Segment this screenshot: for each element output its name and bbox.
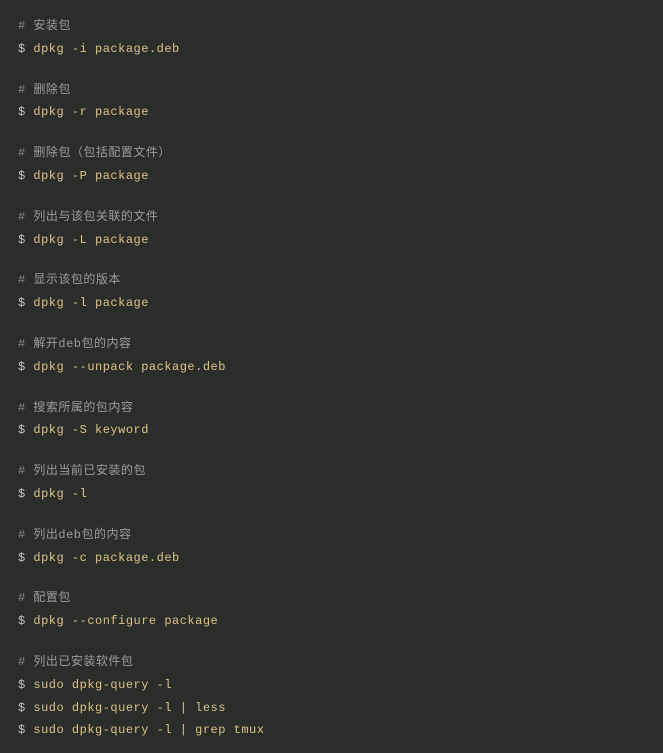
command-line: $ dpkg -c package.deb <box>18 550 645 567</box>
comment-hash: # <box>18 528 26 542</box>
code-block: # 列出deb包的内容$ dpkg -c package.deb <box>18 527 645 567</box>
comment-text: 删除包（包括配置文件） <box>26 146 171 160</box>
comment-line: # 列出与该包关联的文件 <box>18 209 645 226</box>
prompt-symbol: $ <box>18 423 26 437</box>
comment-text: 列出当前已安装的包 <box>26 464 146 478</box>
code-block: # 删除包$ dpkg -r package <box>18 82 645 122</box>
code-block: # 安装包$ dpkg -i package.deb <box>18 18 645 58</box>
prompt-symbol: $ <box>18 105 26 119</box>
prompt-symbol: $ <box>18 487 26 501</box>
comment-text: 解开deb包的内容 <box>26 337 132 351</box>
command-line: $ dpkg --unpack package.deb <box>18 359 645 376</box>
command-text: dpkg -L package <box>26 233 149 247</box>
prompt-symbol: $ <box>18 360 26 374</box>
prompt-symbol: $ <box>18 169 26 183</box>
comment-text: 列出已安装软件包 <box>26 655 134 669</box>
command-text: dpkg -P package <box>26 169 149 183</box>
comment-line: # 搜索所属的包内容 <box>18 400 645 417</box>
comment-hash: # <box>18 464 26 478</box>
comment-text: 显示该包的版本 <box>26 273 121 287</box>
prompt-symbol: $ <box>18 723 26 737</box>
comment-line: # 列出当前已安装的包 <box>18 463 645 480</box>
code-block: # 列出已安装软件包$ sudo dpkg-query -l$ sudo dpk… <box>18 654 645 739</box>
comment-hash: # <box>18 273 26 287</box>
code-container: # 安装包$ dpkg -i package.deb# 删除包$ dpkg -r… <box>18 18 645 739</box>
prompt-symbol: $ <box>18 614 26 628</box>
prompt-symbol: $ <box>18 678 26 692</box>
command-line: $ dpkg -S keyword <box>18 422 645 439</box>
command-text: sudo dpkg-query -l <box>26 678 172 692</box>
prompt-symbol: $ <box>18 233 26 247</box>
command-line: $ dpkg -i package.deb <box>18 41 645 58</box>
command-text: dpkg -i package.deb <box>26 42 180 56</box>
code-block: # 删除包（包括配置文件）$ dpkg -P package <box>18 145 645 185</box>
comment-line: # 删除包（包括配置文件） <box>18 145 645 162</box>
command-line: $ dpkg --configure package <box>18 613 645 630</box>
comment-hash: # <box>18 146 26 160</box>
command-text: dpkg -l <box>26 487 88 501</box>
command-line: $ sudo dpkg-query -l | grep tmux <box>18 722 645 739</box>
comment-hash: # <box>18 337 26 351</box>
comment-line: # 列出已安装软件包 <box>18 654 645 671</box>
command-text: dpkg --configure package <box>26 614 219 628</box>
command-line: $ sudo dpkg-query -l <box>18 677 645 694</box>
comment-text: 列出deb包的内容 <box>26 528 132 542</box>
command-line: $ dpkg -P package <box>18 168 645 185</box>
command-line: $ dpkg -l package <box>18 295 645 312</box>
command-text: dpkg -l package <box>26 296 149 310</box>
comment-hash: # <box>18 401 26 415</box>
comment-text: 删除包 <box>26 83 71 97</box>
code-block: # 列出与该包关联的文件$ dpkg -L package <box>18 209 645 249</box>
comment-line: # 配置包 <box>18 590 645 607</box>
comment-line: # 安装包 <box>18 18 645 35</box>
prompt-symbol: $ <box>18 551 26 565</box>
comment-hash: # <box>18 83 26 97</box>
command-text: sudo dpkg-query -l | grep tmux <box>26 723 265 737</box>
code-block: # 配置包$ dpkg --configure package <box>18 590 645 630</box>
code-block: # 列出当前已安装的包$ dpkg -l <box>18 463 645 503</box>
command-text: sudo dpkg-query -l | less <box>26 701 226 715</box>
code-block: # 解开deb包的内容$ dpkg --unpack package.deb <box>18 336 645 376</box>
comment-hash: # <box>18 210 26 224</box>
comment-text: 安装包 <box>26 19 71 33</box>
command-text: dpkg -c package.deb <box>26 551 180 565</box>
command-line: $ dpkg -r package <box>18 104 645 121</box>
comment-hash: # <box>18 655 26 669</box>
comment-line: # 删除包 <box>18 82 645 99</box>
code-block: # 搜索所属的包内容$ dpkg -S keyword <box>18 400 645 440</box>
command-text: dpkg -S keyword <box>26 423 149 437</box>
comment-text: 列出与该包关联的文件 <box>26 210 159 224</box>
prompt-symbol: $ <box>18 701 26 715</box>
comment-line: # 显示该包的版本 <box>18 272 645 289</box>
comment-hash: # <box>18 591 26 605</box>
prompt-symbol: $ <box>18 42 26 56</box>
comment-line: # 解开deb包的内容 <box>18 336 645 353</box>
comment-hash: # <box>18 19 26 33</box>
comment-text: 配置包 <box>26 591 71 605</box>
command-line: $ dpkg -l <box>18 486 645 503</box>
code-block: # 显示该包的版本$ dpkg -l package <box>18 272 645 312</box>
comment-line: # 列出deb包的内容 <box>18 527 645 544</box>
command-text: dpkg -r package <box>26 105 149 119</box>
command-line: $ dpkg -L package <box>18 232 645 249</box>
prompt-symbol: $ <box>18 296 26 310</box>
command-text: dpkg --unpack package.deb <box>26 360 226 374</box>
command-line: $ sudo dpkg-query -l | less <box>18 700 645 717</box>
comment-text: 搜索所属的包内容 <box>26 401 134 415</box>
